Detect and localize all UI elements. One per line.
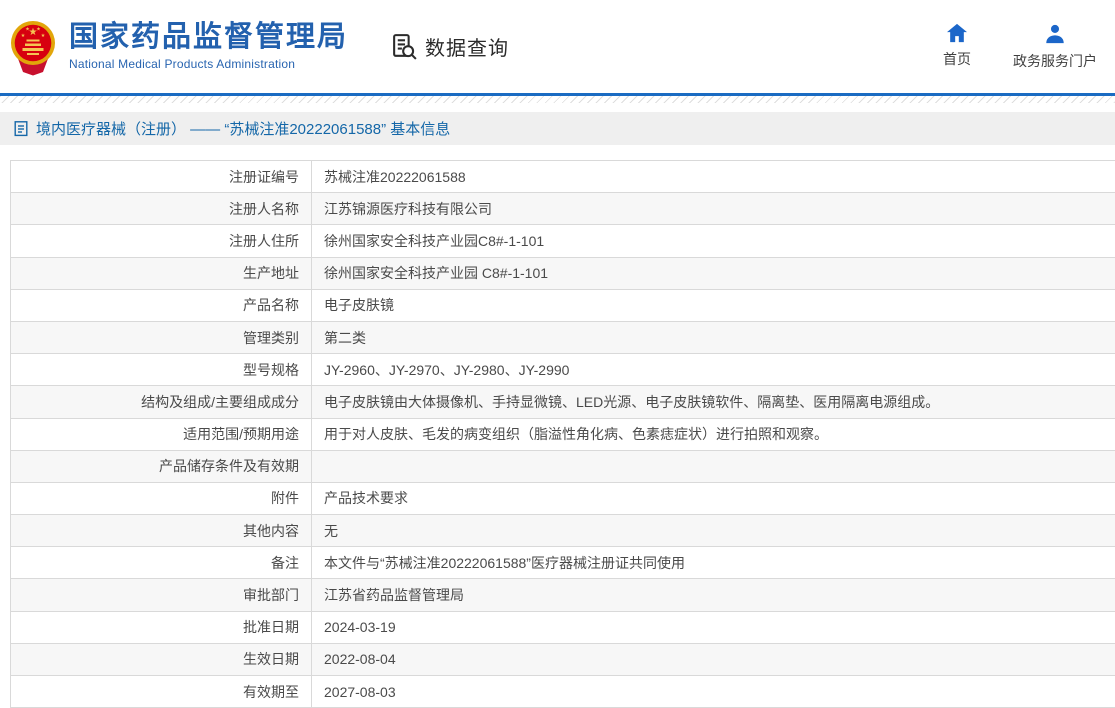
row-label: 注册人名称 <box>229 200 299 217</box>
table-row: 批准日期 2024-03-19 <box>11 611 1115 644</box>
table-row: 有效期至 2027-08-03 <box>11 676 1115 708</box>
org-name-en: National Medical Products Administration <box>69 56 296 71</box>
row-value: 徐州国家安全科技产业园C8#-1-101 <box>311 225 1115 257</box>
table-row: 生效日期 2022-08-04 <box>11 643 1115 676</box>
table-row: 生产地址 徐州国家安全科技产业园 C8#-1-101 <box>11 257 1115 290</box>
row-label: 产品名称 <box>243 297 299 314</box>
row-value: 2022-08-04 <box>311 643 1115 675</box>
row-value: 用于对人皮肤、毛发的病变组织（脂溢性角化病、色素痣症状）进行拍照和观察。 <box>311 418 1115 450</box>
nav-home-label: 首页 <box>943 50 971 67</box>
national-emblem-logo: ★ ★ ★ ★ ★ <box>11 20 55 75</box>
table-row: 管理类别 第二类 <box>11 321 1115 355</box>
registration-table: 注册证编号 苏械注准20222061588 注册人名称 江苏锦源医疗科技有限公司 注册人… <box>10 160 1115 708</box>
row-label: 注册证编号 <box>229 168 299 185</box>
nav-home[interactable]: 首页 <box>943 23 971 71</box>
document-icon <box>14 121 28 137</box>
row-value: 2027-08-03 <box>311 676 1115 708</box>
org-name-cn: 国家药品监督管理局 <box>69 21 349 54</box>
row-label: 附件 <box>271 490 299 507</box>
nav-data-query[interactable]: 数据查询 <box>390 32 509 61</box>
nav-portal-label: 政务服务门户 <box>1013 52 1097 69</box>
row-label: 产品储存条件及有效期 <box>159 458 299 475</box>
row-value: 江苏省药品监督管理局 <box>311 579 1115 611</box>
row-value: 产品技术要求 <box>311 482 1115 515</box>
row-label: 结构及组成/主要组成成分 <box>141 393 299 410</box>
brand-logo-block[interactable]: ★ ★ ★ ★ ★ 国家药品监督管理局 National Medical Pro… <box>10 18 348 76</box>
row-label: 型号规格 <box>243 361 299 378</box>
table-row: 结构及组成/主要组成成分 电子皮肤镜由大体摄像机、手持显微镜、LED光源、电子皮肤… <box>11 386 1115 419</box>
document-search-icon <box>393 34 417 60</box>
nav-portal[interactable]: 政务服务门户 <box>1013 23 1097 71</box>
table-row: 注册人名称 江苏锦源医疗科技有限公司 <box>11 193 1115 226</box>
table-row: 审批部门 江苏省药品监督管理局 <box>11 579 1115 612</box>
row-label: 注册人住所 <box>229 232 299 249</box>
nav-data-query-label: 数据查询 <box>425 38 510 60</box>
table-row: 注册人住所 徐州国家安全科技产业园C8#-1-101 <box>11 225 1115 258</box>
row-value: 本文件与“苏械注准20222061588”医疗器械注册证共同使用 <box>311 547 1115 579</box>
home-icon <box>947 23 967 42</box>
row-label: 审批部门 <box>243 587 299 604</box>
row-label: 有效期至 <box>243 683 299 700</box>
brand-text: 国家药品监督管理局 National Medical Products Admi… <box>69 21 349 71</box>
row-label: 管理类别 <box>243 329 299 346</box>
svg-text:★: ★ <box>36 26 41 32</box>
svg-text:★: ★ <box>41 33 46 39</box>
table-row: 附件 产品技术要求 <box>11 482 1115 516</box>
row-value: 电子皮肤镜 <box>311 289 1115 321</box>
person-icon <box>1046 24 1064 43</box>
table-row: 产品名称 电子皮肤镜 <box>11 289 1115 322</box>
table-row: 其他内容无 <box>11 515 1115 548</box>
row-value: 徐州国家安全科技产业园 C8#-1-101 <box>311 257 1115 289</box>
row-label: 生产地址 <box>243 265 299 282</box>
row-value: 无 <box>311 515 1115 547</box>
row-value: 江苏锦源医疗科技有限公司 <box>311 193 1115 225</box>
table-row: 适用范围/预期用途 用于对人皮肤、毛发的病变组织（脂溢性角化病、色素痣症状）进行拍… <box>11 418 1115 451</box>
header-hatch-texture <box>0 96 1115 103</box>
row-label: 生效日期 <box>243 651 299 668</box>
row-value: 2024-03-19 <box>311 611 1115 643</box>
row-label: 备注 <box>271 554 299 571</box>
table-row: 产品储存条件及有效期 <box>11 450 1115 483</box>
site-header: ★ ★ ★ ★ ★ 国家药品监督管理局 National Medical Pro… <box>0 0 1115 93</box>
row-value: 第二类 <box>311 321 1115 354</box>
table-row: 型号规格 JY-2960、JY-2970、JY-2980、JY-2990 <box>11 354 1115 387</box>
breadcrumb: 境内医疗器械（注册） —— “苏械注准20222061588” 基本信息 <box>0 112 1115 145</box>
header-right-nav: 首页 政务服务门户 <box>943 23 1097 71</box>
table-row: 备注 本文件与“苏械注准20222061588”医疗器械注册证共同使用 <box>11 547 1115 580</box>
row-label: 其他内容 <box>243 522 299 539</box>
row-value <box>311 450 1115 482</box>
row-label: 适用范围/预期用途 <box>183 426 299 443</box>
row-value: JY-2960、JY-2970、JY-2980、JY-2990 <box>311 354 1115 386</box>
svg-text:★: ★ <box>21 33 26 39</box>
table-row: 注册证编号 苏械注准20222061588 <box>11 161 1115 194</box>
svg-text:★: ★ <box>25 26 30 32</box>
row-value: 苏械注准20222061588 <box>311 161 1115 193</box>
row-value: 电子皮肤镜由大体摄像机、手持显微镜、LED光源、电子皮肤镜软件、隔离垫、医用隔离… <box>311 386 1115 418</box>
row-label: 批准日期 <box>243 619 299 636</box>
breadcrumb-text: 境内医疗器械（注册） —— “苏械注准20222061588” 基本信息 <box>36 121 451 138</box>
